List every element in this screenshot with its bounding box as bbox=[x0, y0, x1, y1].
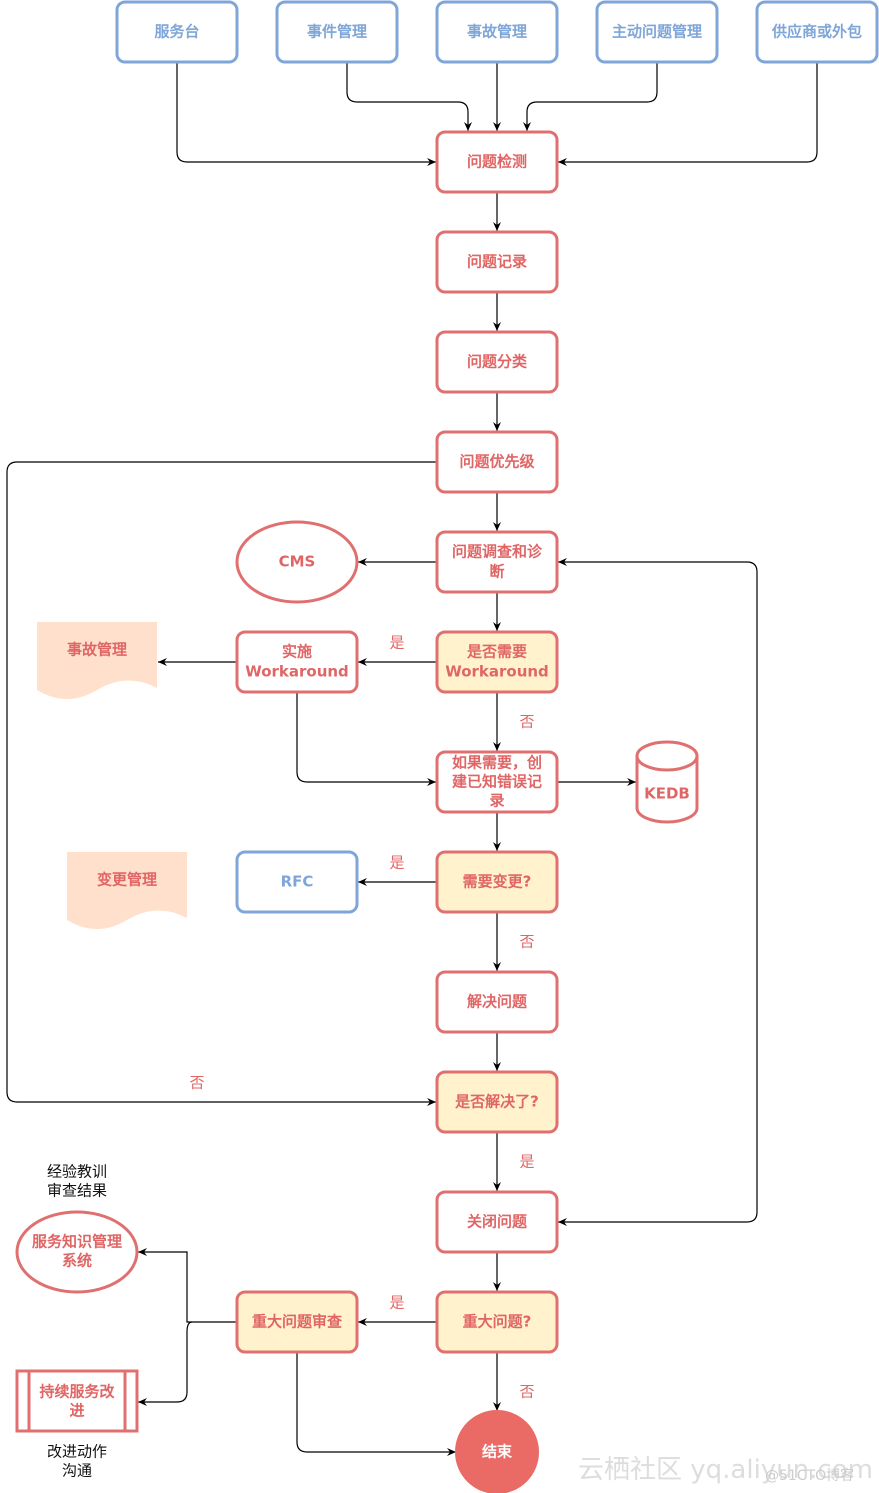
source-supplier[interactable]: 供应商或外包 bbox=[755, 0, 879, 64]
svg-text:变更管理: 变更管理 bbox=[97, 871, 157, 889]
node-kedb[interactable]: KEDB bbox=[635, 740, 699, 824]
svg-text:问题分类: 问题分类 bbox=[467, 353, 528, 371]
svg-text:Workaround: Workaround bbox=[445, 663, 549, 681]
label-yes-major: 是 bbox=[389, 1294, 404, 1312]
label-no-resolved: 否 bbox=[189, 1074, 204, 1092]
svg-text:服务台: 服务台 bbox=[154, 23, 199, 41]
svg-text:重大问题审查: 重大问题审查 bbox=[252, 1313, 343, 1331]
svg-text:CMS: CMS bbox=[279, 553, 316, 571]
node-investigate[interactable]: 问题调查和诊 断 bbox=[435, 530, 559, 594]
note-lessons-line1: 经验教训 bbox=[47, 1163, 107, 1181]
svg-text:RFC: RFC bbox=[281, 873, 314, 891]
svg-text:主动问题管理: 主动问题管理 bbox=[612, 23, 702, 41]
decision-need-workaround[interactable]: 是否需要 Workaround bbox=[435, 630, 559, 694]
svg-text:进: 进 bbox=[69, 1402, 84, 1420]
decision-need-change[interactable]: 需要变更? bbox=[435, 850, 559, 914]
source-proactive-problem-management[interactable]: 主动问题管理 bbox=[595, 0, 719, 64]
node-cms[interactable]: CMS bbox=[235, 520, 359, 604]
node-known-error[interactable]: 如果需要，创 建已知错误记 录 bbox=[435, 750, 559, 814]
node-major-review[interactable]: 重大问题审查 bbox=[235, 1290, 359, 1354]
svg-text:事故管理: 事故管理 bbox=[467, 23, 527, 41]
source-incident-management[interactable]: 事故管理 bbox=[435, 0, 559, 64]
label-no-change: 否 bbox=[519, 933, 534, 951]
node-close[interactable]: 关闭问题 bbox=[435, 1190, 559, 1254]
node-end[interactable]: 结束 bbox=[455, 1410, 539, 1493]
label-no-workaround: 否 bbox=[519, 713, 534, 731]
label-yes-workaround: 是 bbox=[389, 634, 404, 652]
note-actions-line2: 沟通 bbox=[62, 1462, 92, 1480]
svg-text:实施: 实施 bbox=[282, 643, 312, 661]
label-no-major: 否 bbox=[519, 1383, 534, 1401]
svg-text:供应商或外包: 供应商或外包 bbox=[771, 23, 862, 41]
decision-resolved[interactable]: 是否解决了? bbox=[435, 1070, 559, 1134]
svg-text:事件管理: 事件管理 bbox=[307, 23, 367, 41]
svg-text:需要变更?: 需要变更? bbox=[463, 873, 532, 891]
svg-text:重大问题?: 重大问题? bbox=[463, 1313, 532, 1331]
node-apply-workaround[interactable]: 实施 Workaround bbox=[235, 630, 359, 694]
decision-major[interactable]: 重大问题? bbox=[435, 1290, 559, 1354]
svg-text:事故管理: 事故管理 bbox=[67, 641, 127, 659]
svg-text:建已知错误记: 建已知错误记 bbox=[452, 773, 542, 791]
svg-text:系统: 系统 bbox=[62, 1252, 92, 1270]
node-rfc[interactable]: RFC bbox=[235, 850, 359, 914]
svg-text:问题检测: 问题检测 bbox=[467, 153, 527, 171]
svg-text:问题优先级: 问题优先级 bbox=[459, 453, 535, 471]
source-event-management[interactable]: 事件管理 bbox=[275, 0, 399, 64]
svg-text:KEDB: KEDB bbox=[644, 785, 690, 803]
problem-management-flowchart: 服务台 事件管理 事故管理 主动问题管理 供应商或外包 RFC 问题检测 问题记… bbox=[6, 0, 879, 1493]
svg-text:录: 录 bbox=[489, 792, 504, 810]
svg-text:是否解决了?: 是否解决了? bbox=[454, 1093, 539, 1111]
svg-text:Workaround: Workaround bbox=[245, 663, 349, 681]
svg-text:解决问题: 解决问题 bbox=[467, 993, 528, 1011]
svg-text:如果需要，创: 如果需要，创 bbox=[452, 754, 542, 772]
svg-text:问题记录: 问题记录 bbox=[467, 253, 527, 271]
note-actions-line1: 改进动作 bbox=[47, 1443, 107, 1461]
doc-change-management[interactable]: 变更管理 bbox=[67, 852, 187, 929]
svg-text:问题调查和诊: 问题调查和诊 bbox=[452, 543, 543, 561]
node-skms[interactable]: 服务知识管理 系统 bbox=[15, 1210, 139, 1294]
svg-text:是否需要: 是否需要 bbox=[466, 643, 527, 661]
label-yes-change: 是 bbox=[389, 854, 404, 872]
svg-text:持续服务改: 持续服务改 bbox=[39, 1383, 115, 1401]
svg-text:结束: 结束 bbox=[482, 1443, 513, 1461]
note-lessons-line2: 审查结果 bbox=[47, 1182, 107, 1200]
node-problem-classify[interactable]: 问题分类 bbox=[435, 330, 559, 394]
svg-text:服务知识管理: 服务知识管理 bbox=[32, 1233, 122, 1251]
node-csi[interactable]: 持续服务改 进 bbox=[15, 1369, 139, 1433]
source-service-desk[interactable]: 服务台 bbox=[115, 0, 239, 64]
node-problem-record[interactable]: 问题记录 bbox=[435, 230, 559, 294]
node-problem-detection[interactable]: 问题检测 bbox=[435, 130, 559, 194]
node-problem-priority[interactable]: 问题优先级 bbox=[435, 430, 559, 494]
svg-text:关闭问题: 关闭问题 bbox=[467, 1213, 528, 1231]
watermark-sub: @51CTO博客 bbox=[765, 1467, 854, 1484]
doc-incident-management[interactable]: 事故管理 bbox=[37, 622, 157, 699]
svg-text:断: 断 bbox=[489, 563, 504, 581]
label-yes-resolved: 是 bbox=[519, 1153, 534, 1171]
node-resolve[interactable]: 解决问题 bbox=[435, 970, 559, 1034]
